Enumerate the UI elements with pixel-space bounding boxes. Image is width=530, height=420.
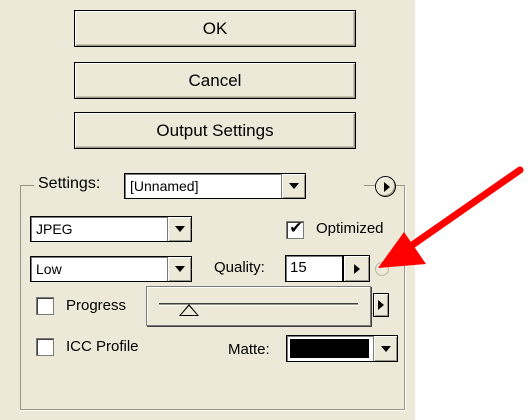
red-annotation-arrow xyxy=(378,166,524,268)
save-for-web-panel: OK Cancel Output Settings Settings: [Unn… xyxy=(0,0,530,420)
